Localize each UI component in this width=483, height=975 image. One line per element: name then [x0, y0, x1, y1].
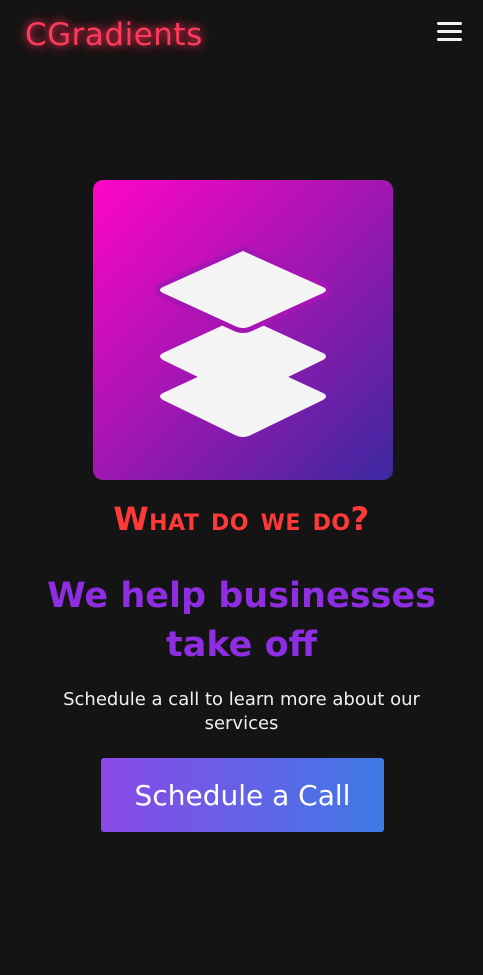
schedule-call-button[interactable]: Schedule a Call	[101, 758, 384, 832]
menu-button[interactable]	[435, 20, 463, 44]
layers-icon	[155, 246, 331, 437]
section-subtext: Schedule a call to learn more about our …	[63, 689, 420, 734]
section-headline: We help businesses take off	[47, 576, 436, 665]
section-eyebrow: What do we do?	[113, 500, 370, 538]
site-header: CGradients	[0, 0, 483, 80]
hero-image-tile	[93, 180, 393, 480]
hamburger-menu-icon-bar-middle	[437, 30, 462, 33]
hamburger-menu-icon-bar-top	[437, 22, 462, 25]
page: CGradients What do we do? We help busine…	[0, 0, 483, 975]
brand-logo[interactable]: CGradients	[25, 17, 203, 53]
hamburger-menu-icon-bar-bottom	[437, 38, 462, 41]
